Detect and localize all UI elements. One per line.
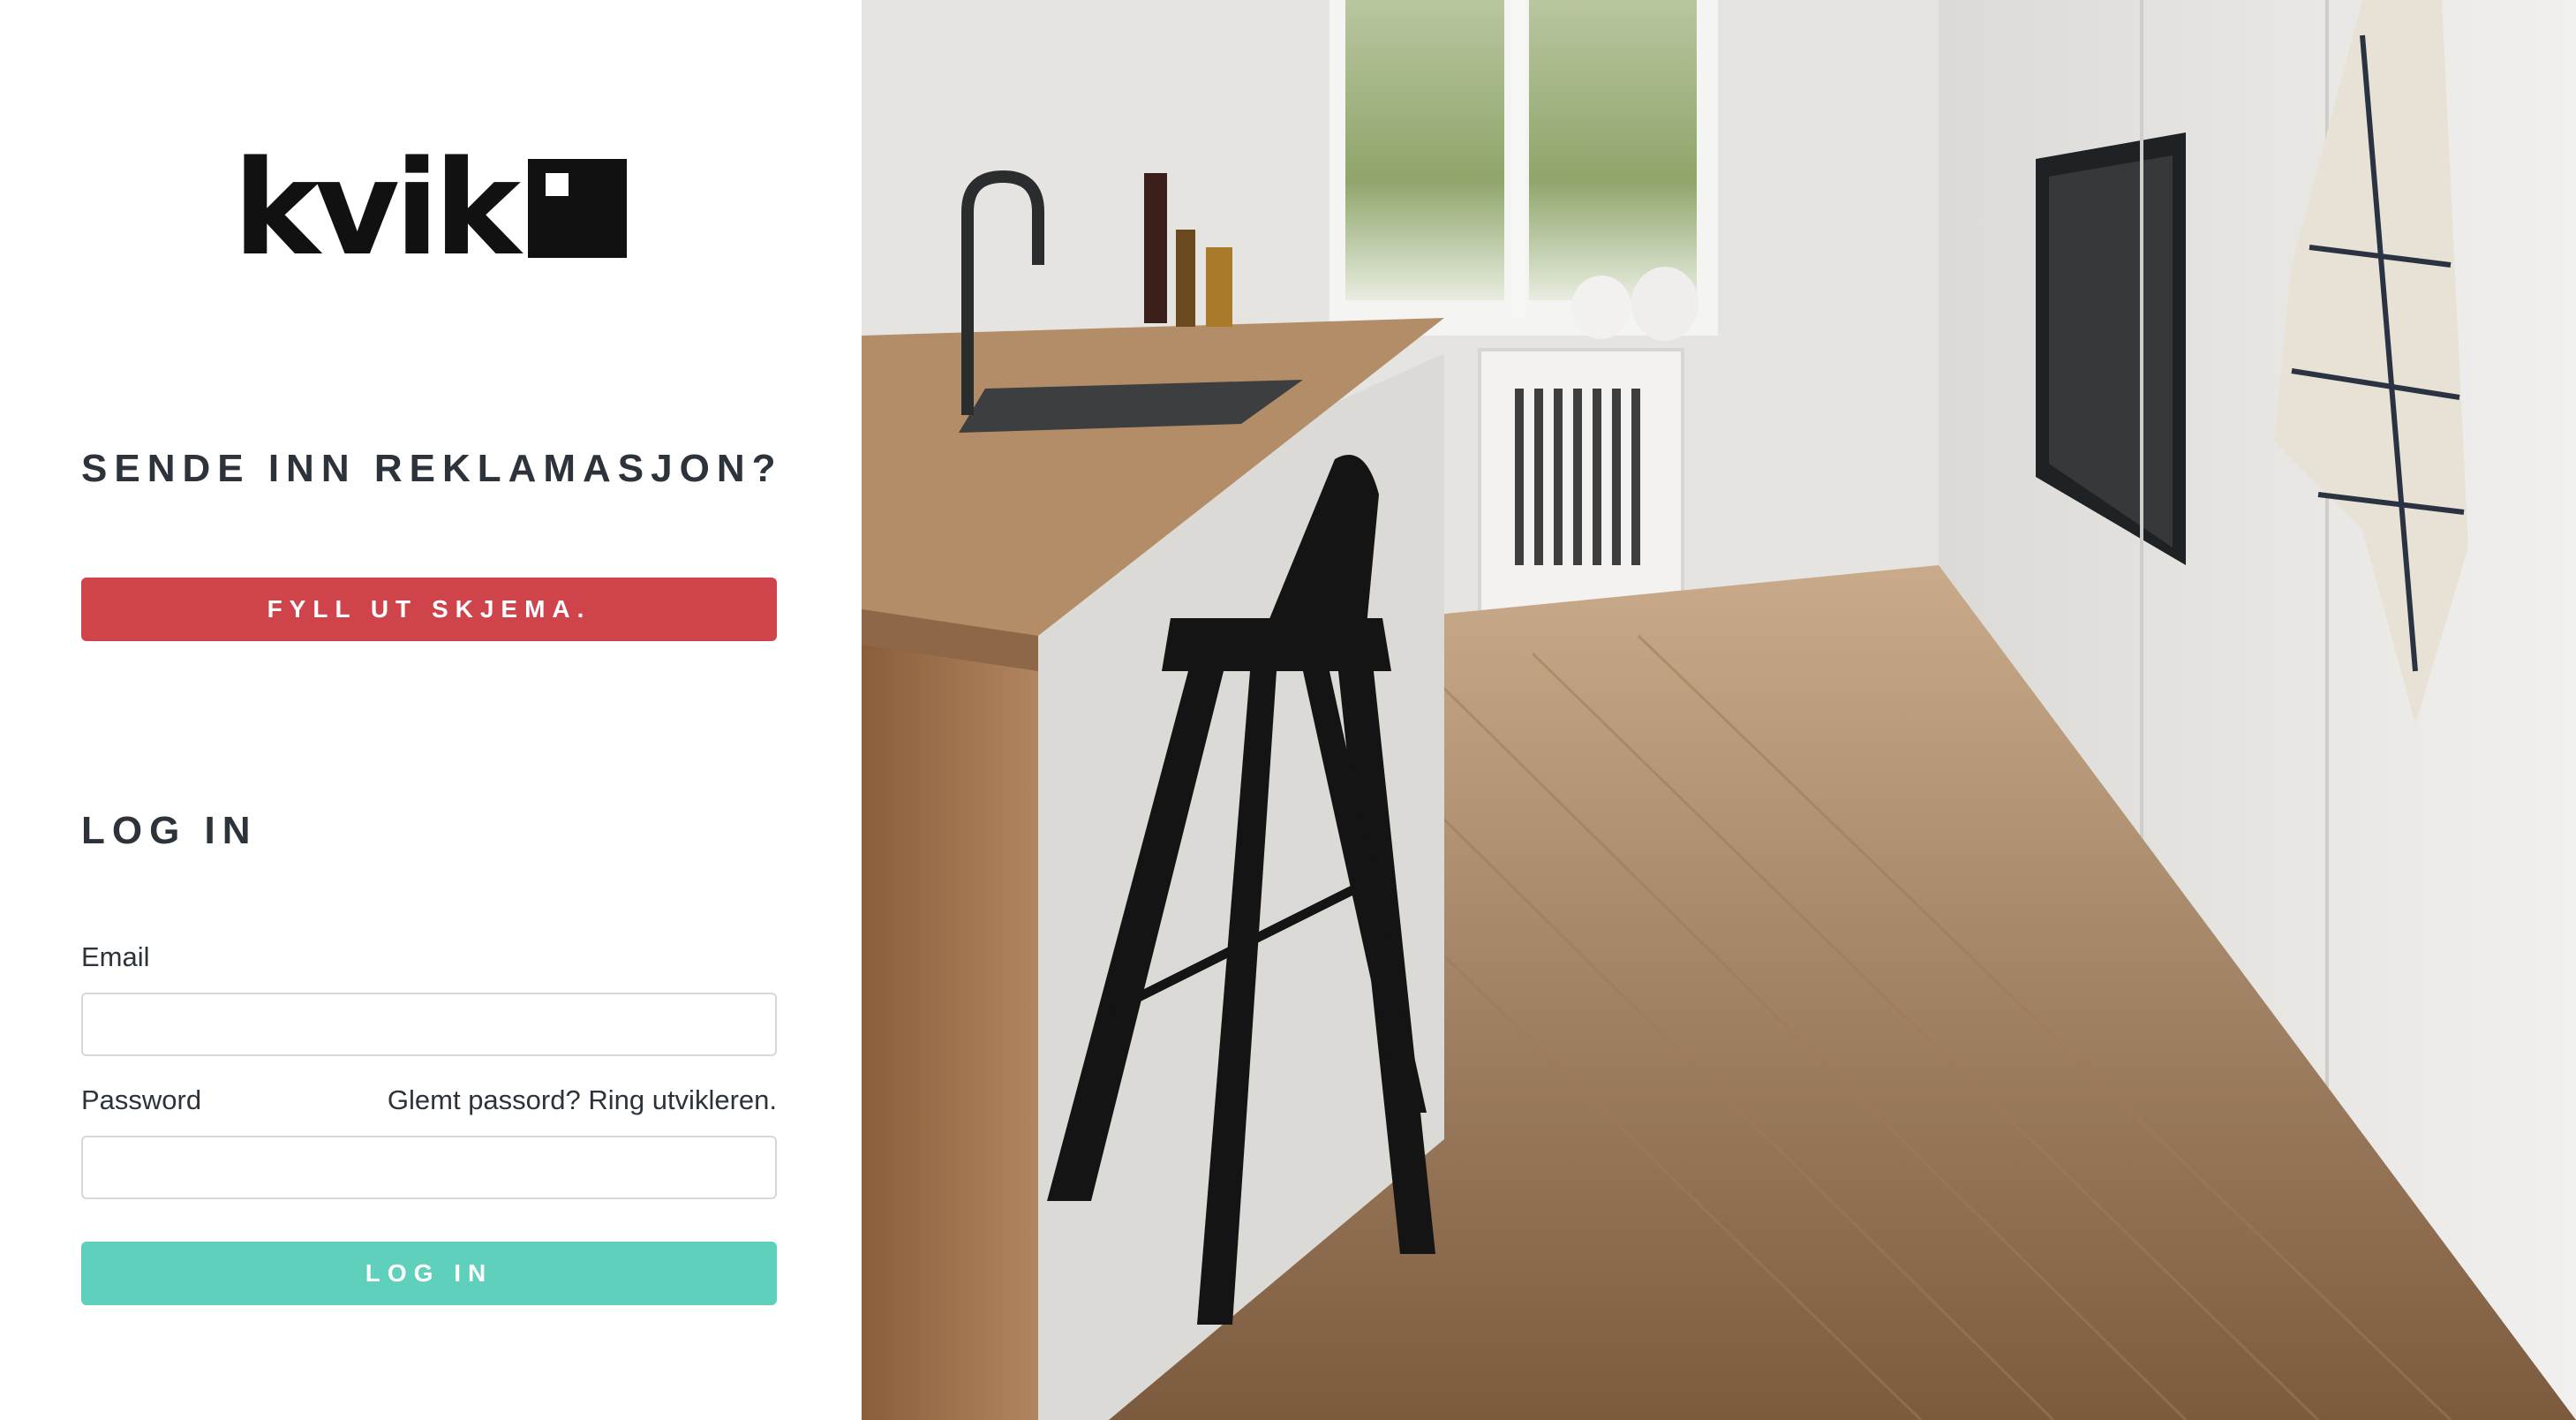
password-field[interactable] <box>81 1136 777 1199</box>
kvik-logo: kvik <box>233 132 630 284</box>
email-label: Email <box>81 941 150 972</box>
email-field[interactable] <box>81 993 777 1056</box>
claim-heading: SENDE INN REKLAMASJON? <box>81 447 783 490</box>
login-heading: LOG IN <box>81 809 258 852</box>
kitchen-photo <box>862 0 2576 1420</box>
password-label: Password <box>81 1084 202 1115</box>
logo-wordmark: kvik <box>233 132 521 284</box>
forgot-password-link[interactable]: Glemt passord? Ring utvikleren. <box>388 1084 777 1116</box>
kitchen-illustration <box>862 0 2576 1420</box>
login-button[interactable]: LOG IN <box>81 1242 777 1305</box>
fill-form-button[interactable]: FYLL UT SKJEMA. <box>81 578 777 641</box>
login-panel: kvik SENDE INN REKLAMASJON? FYLL UT SKJE… <box>0 0 862 1420</box>
logo-square-icon <box>528 159 627 258</box>
